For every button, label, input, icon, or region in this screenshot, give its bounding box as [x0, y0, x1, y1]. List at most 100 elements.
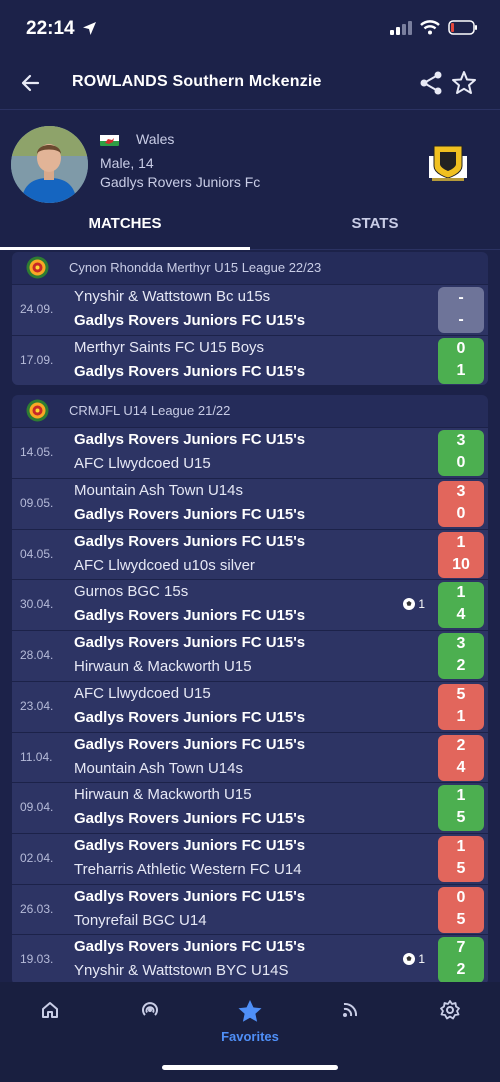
star-icon [238, 1000, 262, 1022]
away-team: Treharris Athletic Western FC U14 [74, 860, 302, 878]
battery-icon [448, 20, 477, 35]
league-header[interactable]: Cynon Rhondda Merthyr U15 League 22/23 [12, 252, 488, 284]
tab-stats[interactable]: STATS [250, 215, 500, 232]
league-header[interactable]: CRMJFL U14 League 21/22 [12, 395, 488, 427]
wales-flag-icon [100, 134, 119, 146]
player-goals-count: 1 [418, 597, 425, 612]
match-date: 17.09. [20, 352, 54, 367]
match-row[interactable]: 11.04. Gadlys Rovers Juniors FC U15's Moun… [12, 731, 488, 783]
match-date: 11.04. [20, 749, 53, 764]
football-icon [403, 953, 416, 966]
home-score: 0 [456, 339, 466, 357]
away-team: AFC Llwydcoed U15 [74, 455, 211, 473]
back-arrow-icon[interactable] [18, 70, 44, 96]
away-score: 0 [456, 454, 466, 472]
live-icon [142, 1002, 158, 1016]
nav-favorites[interactable]: Favorites [212, 999, 288, 1044]
away-score: 1 [456, 707, 466, 725]
share-icon[interactable] [418, 70, 444, 96]
match-row[interactable]: 24.09. Ynyshir & Wattstown Bc u15s Gadlys … [12, 284, 488, 335]
player-goals-count: 1 [418, 952, 425, 967]
match-row[interactable]: 14.05. Gadlys Rovers Juniors FC U15's AFC … [12, 427, 488, 479]
league-section: CRMJFL U14 League 21/22 14.05. Gadlys Rove… [12, 395, 488, 985]
league-name: Cynon Rhondda Merthyr U15 League 22/23 [69, 260, 322, 275]
player-gender-age: Male, 14 [100, 155, 154, 171]
home-score: 0 [456, 888, 466, 906]
home-team: Gadlys Rovers Juniors FC U15's [74, 938, 306, 956]
match-row[interactable]: 30.04. Gurnos BGC 15s Gadlys Rovers Junior… [12, 579, 488, 631]
score-box: 15 [438, 785, 484, 832]
player-country: Wales [136, 131, 175, 147]
league-badge-icon [26, 256, 49, 279]
match-row[interactable]: 19.03. Gadlys Rovers Juniors FC U15's Ynys… [12, 934, 488, 985]
match-date: 19.03. [20, 952, 54, 967]
signal-icon [390, 20, 412, 35]
player-club: Gadlys Rovers Juniors Fc [100, 174, 261, 190]
page-title: ROWLANDS Southern Mckenzie [72, 73, 322, 90]
match-date: 04.05. [20, 546, 54, 561]
score-box: 32 [438, 633, 484, 680]
football-icon [403, 598, 416, 611]
match-row[interactable]: 23.04. AFC Llwydcoed U15 Gadlys Rovers Jun… [12, 680, 488, 732]
home-team: Gadlys Rovers Juniors FC U15's [74, 532, 306, 550]
nav-home[interactable] [30, 999, 70, 1026]
away-score: 0 [456, 505, 466, 523]
match-row[interactable]: 09.05. Mountain Ash Town U14s Gadlys Rover… [12, 478, 488, 529]
score-box: 15 [438, 835, 484, 882]
match-date: 28.04. [20, 648, 54, 663]
score-box: 05 [438, 886, 484, 933]
nav-settings[interactable] [430, 999, 470, 1026]
nav-favorites-label: Favorites [221, 1029, 279, 1044]
avatar [11, 126, 88, 203]
away-score: - [458, 311, 464, 328]
away-score: 1 [456, 361, 466, 379]
home-team: AFC Llwydcoed U15 [74, 684, 211, 702]
home-score: 1 [456, 837, 466, 855]
settings-icon [440, 1000, 460, 1020]
away-score: 5 [456, 809, 466, 827]
match-row[interactable]: 26.03. Gadlys Rovers Juniors FC U15's Tony… [12, 883, 488, 935]
match-row[interactable]: 28.04. Gadlys Rovers Juniors FC U15's Hirw… [12, 630, 488, 681]
score-box: 51 [438, 683, 484, 730]
match-row[interactable]: 02.04. Gadlys Rovers Juniors FC U15's Treh… [12, 832, 488, 884]
away-team: Hirwaun & Mackworth U15 [74, 658, 252, 676]
match-row[interactable]: 17.09. Merthyr Saints FC U15 Boys Gadlys R… [12, 334, 488, 386]
tab-bar: MATCHES STATS [0, 205, 500, 250]
away-team: Gadlys Rovers Juniors FC U15's [74, 607, 306, 625]
home-score: 5 [456, 685, 466, 703]
league-name: CRMJFL U14 League 21/22 [69, 403, 231, 419]
score-box: 30 [438, 481, 484, 528]
location-arrow-icon [83, 22, 96, 35]
nav-feed[interactable] [330, 999, 370, 1026]
match-date: 30.04. [20, 597, 54, 612]
away-team: Gadlys Rovers Juniors FC U15's [74, 362, 306, 380]
away-score: 10 [452, 555, 470, 573]
score-box: 72 [438, 937, 484, 984]
favorite-star-icon[interactable] [450, 69, 478, 97]
away-score: 5 [456, 910, 466, 928]
home-team: Gadlys Rovers Juniors FC U15's [74, 431, 306, 449]
match-row[interactable]: 09.04. Hirwaun & Mackworth U15 Gadlys Rove… [12, 782, 488, 833]
match-date: 09.05. [20, 496, 54, 511]
home-team: Gadlys Rovers Juniors FC U15's [74, 735, 306, 753]
match-row[interactable]: 04.05. Gadlys Rovers Juniors FC U15's AFC … [12, 528, 488, 580]
player-goals: 1 [402, 952, 425, 966]
player-profile: Wales Male, 14 Gadlys Rovers Juniors Fc [0, 110, 500, 205]
away-score: 4 [456, 758, 466, 776]
away-team: Tonyrefail BGC U14 [74, 911, 207, 929]
tab-matches[interactable]: MATCHES [0, 215, 250, 250]
score-box: 30 [438, 430, 484, 477]
away-team: AFC Llwydcoed u10s silver [74, 556, 255, 574]
home-indicator [162, 1065, 338, 1070]
home-score: 3 [456, 483, 466, 501]
matches-list: Cynon Rhondda Merthyr U15 League 22/23 24… [12, 252, 488, 995]
feed-icon [343, 1002, 358, 1017]
match-date: 09.04. [20, 800, 54, 815]
home-team: Gurnos BGC 15s [74, 583, 189, 601]
status-time: 22:14 [26, 18, 75, 39]
home-team: Gadlys Rovers Juniors FC U15's [74, 887, 306, 905]
nav-live[interactable] [130, 999, 170, 1026]
match-date: 14.05. [20, 445, 54, 460]
match-date: 23.04. [20, 698, 54, 713]
home-score: 1 [456, 533, 466, 551]
